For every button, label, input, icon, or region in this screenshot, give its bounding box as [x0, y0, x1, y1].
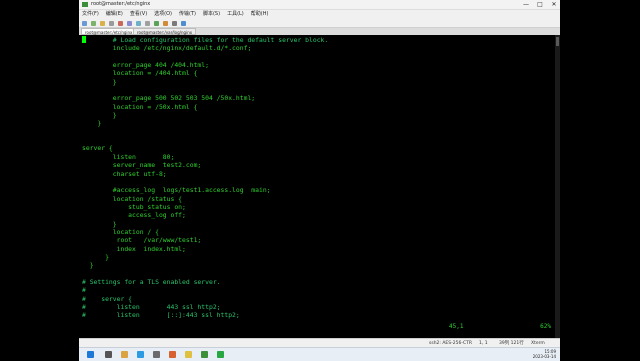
menu-tools[interactable]: 工具(L)	[227, 10, 244, 19]
file-explorer-icon[interactable]	[121, 351, 128, 358]
maximize-button[interactable]: □	[536, 0, 544, 9]
help-icon[interactable]	[181, 20, 186, 26]
terminal-lines: # Load configuration files for the defau…	[82, 36, 328, 320]
terminal-line: index index.html;	[82, 244, 186, 253]
print-icon[interactable]	[145, 20, 150, 26]
close-button[interactable]: ✕	[550, 0, 558, 9]
paste-icon[interactable]	[127, 20, 132, 26]
app-icon-2[interactable]	[169, 351, 176, 358]
search-icon[interactable]	[105, 351, 112, 358]
terminal-line: access_log off;	[82, 211, 186, 220]
disconnect-icon[interactable]	[109, 20, 114, 26]
app-icon-3[interactable]	[185, 351, 192, 358]
toolbar	[79, 19, 560, 28]
copy-icon[interactable]	[118, 20, 123, 26]
tab-nginx[interactable]: root@master:/etc/nginx	[81, 28, 137, 35]
window-controls: — □ ✕	[522, 0, 558, 9]
cursor-position: 45,1	[449, 323, 464, 330]
terminal-line: # server {	[82, 294, 133, 303]
clock-date: 2023-03-14	[532, 354, 556, 359]
vim-status-line: 45,1 62%	[79, 323, 555, 331]
terminal-line: # listen 443 ssl http2;	[82, 303, 221, 311]
connect-icon[interactable]	[82, 20, 87, 26]
minimize-button[interactable]: —	[522, 0, 530, 9]
terminal[interactable]: # Load configuration files for the defau…	[79, 35, 560, 338]
terminal-line: location = /404.html {	[82, 69, 198, 78]
window-title: root@master:/etc/nginx	[91, 1, 151, 7]
menu-file[interactable]: 文件(F)	[82, 10, 99, 19]
sftp-icon[interactable]	[163, 20, 168, 26]
menu-edit[interactable]: 编辑(E)	[106, 10, 123, 19]
screen: root@master:/etc/nginx — □ ✕ 文件(F) 编辑(E)…	[0, 0, 640, 361]
windows-start-icon[interactable]	[87, 351, 94, 358]
terminal-line: server {	[82, 144, 113, 153]
terminal-line: root /var/www/test1;	[82, 236, 202, 245]
scrollbar[interactable]	[555, 35, 560, 338]
terminal-line: #access_log logs/test1.access.log main;	[82, 186, 271, 195]
scroll-percent: 62%	[540, 323, 551, 330]
folder-icon[interactable]	[100, 20, 105, 26]
menu-transfer[interactable]: 传输(T)	[179, 10, 196, 19]
terminal-line: # Load configuration files for the defau…	[82, 36, 329, 44]
menu-bar: 文件(F) 编辑(E) 查看(V) 选项(O) 传输(T) 脚本(S) 工具(L…	[79, 10, 560, 19]
terminal-line: }	[82, 77, 117, 86]
terminal-line: }	[82, 252, 109, 261]
terminal-line: # listen [::]:443 ssl http2;	[82, 311, 240, 320]
terminal-line: stub_status on;	[82, 202, 186, 211]
terminal-line: include /etc/nginx/default.d/*.conf;	[82, 44, 252, 53]
menu-help[interactable]: 帮助(H)	[251, 10, 269, 19]
terminal-line: server_name test2.com;	[82, 161, 202, 170]
tab-nginx-log[interactable]: root@master:/var/log/nginx	[133, 28, 197, 35]
taskbar: 15:09 2023-03-14	[79, 347, 560, 361]
terminal-line: error_page 404 /404.html;	[82, 61, 209, 70]
edge-icon[interactable]	[137, 351, 144, 358]
scroll-thumb[interactable]	[556, 37, 559, 46]
terminal-line: location / {	[82, 227, 159, 236]
system-clock[interactable]: 15:09 2023-03-14	[533, 349, 556, 359]
terminal-line: listen 80;	[82, 152, 175, 161]
menu-view[interactable]: 查看(V)	[130, 10, 147, 19]
terminal-line: location /status {	[82, 194, 183, 203]
app-icon-1[interactable]	[153, 351, 160, 358]
terminal-line: error_page 500 502 503 504 /50x.html;	[82, 94, 256, 103]
settings-icon[interactable]	[154, 20, 159, 26]
tab-bar: root@master:/etc/nginx root@master:/var/…	[79, 28, 560, 35]
terminal-line: }	[82, 111, 117, 120]
terminal-line: #	[82, 286, 86, 295]
terminal-line: }	[82, 261, 94, 270]
menu-script[interactable]: 脚本(S)	[203, 10, 220, 19]
securecrt-icon[interactable]	[201, 351, 208, 358]
terminal-line: location = /50x.html {	[82, 102, 198, 111]
title-bar: root@master:/etc/nginx — □ ✕	[79, 0, 560, 10]
terminal-line: # Settings for a TLS enabled server.	[82, 277, 221, 286]
menu-options[interactable]: 选项(O)	[154, 10, 172, 19]
keymap-icon[interactable]	[172, 20, 177, 26]
wechat-icon[interactable]	[217, 351, 224, 358]
quick-connect-icon[interactable]	[91, 20, 96, 26]
terminal-line: }	[82, 219, 117, 228]
terminal-line: charset utf-8;	[82, 169, 167, 178]
find-icon[interactable]	[136, 20, 141, 26]
terminal-line: }	[82, 119, 102, 128]
app-icon	[82, 2, 88, 7]
